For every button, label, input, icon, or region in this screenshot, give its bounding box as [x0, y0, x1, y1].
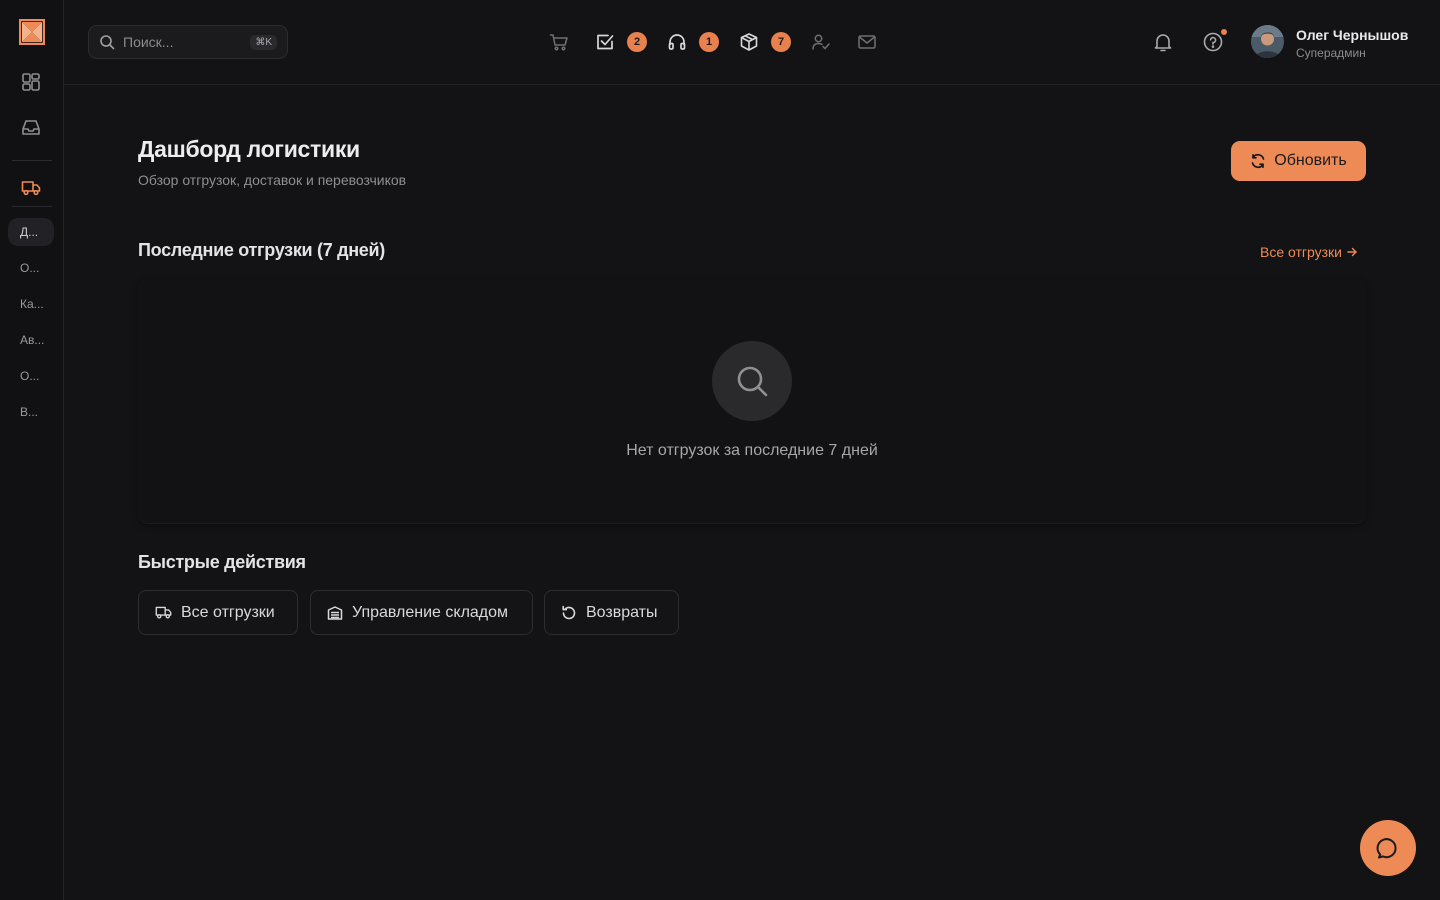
warehouse-icon — [327, 605, 343, 621]
checkbox-icon[interactable] — [593, 30, 617, 54]
all-shipments-link[interactable]: Все отгрузки — [1260, 244, 1357, 260]
sidebar-item-6[interactable]: В... — [8, 398, 54, 426]
chat-button[interactable] — [1360, 820, 1416, 876]
topbar: Поиск... ⌘K 2 1 7 Олег Чернышов Суперадм… — [64, 0, 1440, 85]
sidebar: Д... О... Ка... Ав... О... В... — [0, 0, 64, 900]
returns-button[interactable]: Возвраты — [544, 590, 679, 635]
page-title: Дашборд логистики — [138, 136, 360, 162]
user-name[interactable]: Олег Чернышов — [1296, 27, 1408, 43]
recent-shipments-title: Последние отгрузки (7 дней) — [138, 240, 385, 260]
sidebar-item-5[interactable]: О... — [8, 362, 54, 390]
truck-icon — [155, 604, 172, 621]
search-input[interactable]: Поиск... ⌘K — [88, 25, 288, 59]
help-notification-dot — [1220, 28, 1228, 36]
cart-icon[interactable] — [547, 30, 571, 54]
refresh-label: Обновить — [1274, 152, 1347, 169]
quick-actions-title: Быстрые действия — [138, 552, 306, 572]
recent-shipments-card: Нет отгрузок за последние 7 дней — [138, 278, 1366, 524]
bell-icon[interactable] — [1151, 30, 1175, 54]
search-shortcut: ⌘K — [250, 34, 277, 50]
refresh-button[interactable]: Обновить — [1231, 141, 1366, 181]
support-badge: 1 — [699, 32, 719, 52]
empty-state-search-icon — [712, 341, 792, 421]
sidebar-divider — [12, 206, 52, 207]
dashboard-icon[interactable] — [20, 71, 42, 93]
search-placeholder: Поиск... — [123, 34, 174, 50]
packages-badge: 7 — [771, 32, 791, 52]
rotate-ccw-icon — [561, 605, 577, 621]
chat-icon — [1376, 836, 1400, 860]
warehouse-management-label: Управление складом — [352, 603, 509, 621]
headphones-icon[interactable] — [665, 30, 689, 54]
mail-icon[interactable] — [855, 30, 879, 54]
avatar[interactable] — [1251, 25, 1284, 58]
sidebar-item-3[interactable]: Ка... — [8, 290, 54, 318]
all-shipments-button-label: Все отгрузки — [181, 603, 275, 621]
sidebar-item-dashboard[interactable]: Д... — [8, 218, 54, 246]
warehouse-management-button[interactable]: Управление складом — [310, 590, 533, 635]
inbox-icon[interactable] — [20, 117, 42, 139]
search-icon — [99, 34, 115, 50]
sidebar-item-2[interactable]: О... — [8, 254, 54, 282]
page-subtitle: Обзор отгрузок, доставок и перевозчиков — [138, 172, 407, 188]
tasks-badge: 2 — [627, 32, 647, 52]
refresh-icon — [1250, 153, 1266, 169]
truck-icon[interactable] — [20, 177, 42, 199]
all-shipments-link-label: Все отгрузки — [1260, 244, 1343, 260]
all-shipments-button[interactable]: Все отгрузки — [138, 590, 298, 635]
empty-state-text: Нет отгрузок за последние 7 дней — [626, 442, 878, 459]
sidebar-item-4[interactable]: Ав... — [8, 326, 54, 354]
brand-logo[interactable] — [19, 19, 45, 45]
package-icon[interactable] — [737, 30, 761, 54]
user-role: Суперадмин — [1296, 46, 1366, 60]
returns-label: Возвраты — [586, 603, 658, 621]
sidebar-divider — [12, 160, 52, 161]
arrow-right-icon — [1347, 247, 1357, 257]
user-check-icon[interactable] — [809, 30, 833, 54]
